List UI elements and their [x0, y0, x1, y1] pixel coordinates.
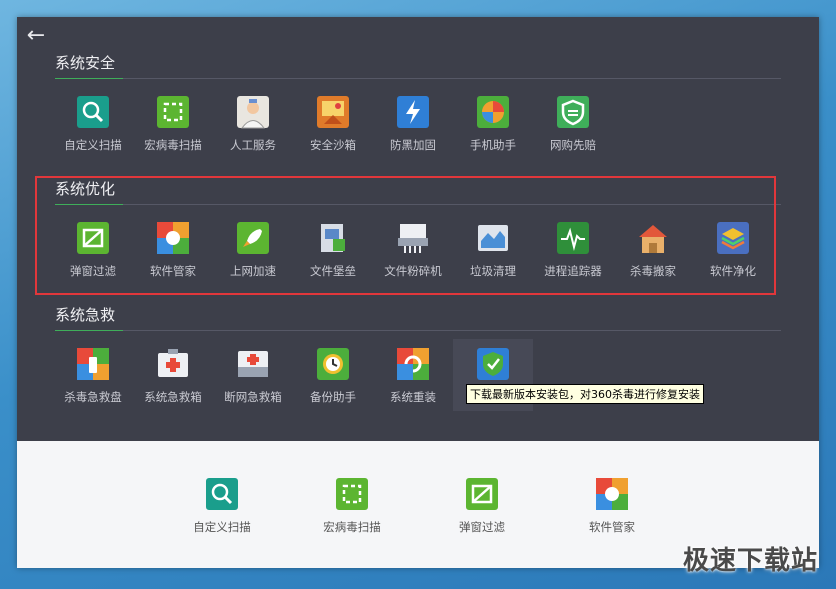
tool-file-fortress[interactable]: 文件堡垒 [293, 221, 373, 279]
tool-system-reinstall[interactable]: 系统重装 [373, 347, 453, 405]
quick-macro-virus-scan[interactable]: 宏病毒扫描 [297, 477, 407, 535]
tool-label: 防黑加固 [390, 138, 436, 152]
system-reinstall-icon [397, 348, 429, 380]
tool-net-accelerate[interactable]: 上网加速 [213, 221, 293, 279]
tool-label: 系统急救箱 [144, 390, 202, 404]
watermark: 极速下载站 [682, 546, 818, 576]
tool-label: 宏病毒扫描 [144, 138, 202, 152]
tool-junk-clean[interactable]: 垃圾清理 [453, 221, 533, 279]
junk-clean-icon [478, 225, 508, 251]
quick-software-manager[interactable]: 软件管家 [557, 477, 667, 535]
tool-backup-assistant[interactable]: 备份助手 [293, 347, 373, 405]
macro-virus-scan-icon [157, 96, 189, 128]
tool-network-rescue-kit[interactable]: 断网急救箱 [213, 347, 293, 405]
tool-label: 弹窗过滤 [70, 264, 116, 278]
network-rescue-kit-icon [238, 351, 268, 377]
tool-label: 文件粉碎机 [384, 264, 442, 278]
custom-scan-icon [206, 478, 238, 510]
tool-label: 杀毒急救盘 [64, 390, 122, 404]
quick-label: 宏病毒扫描 [323, 520, 381, 534]
section-title-security: 系统安全 [55, 54, 116, 72]
tool-label: 进程追踪器 [544, 264, 602, 278]
section-divider [55, 330, 781, 331]
process-tracker-icon [557, 222, 589, 254]
tool-label: 上网加速 [230, 264, 276, 278]
backup-assistant-icon [317, 348, 349, 380]
tool-label: 手机助手 [470, 138, 516, 152]
tool-label: 系统重装 [390, 390, 436, 404]
tool-rescue-disk[interactable]: 杀毒急救盘 [53, 347, 133, 405]
tool-manual-service[interactable]: 人工服务 [213, 95, 293, 153]
quick-custom-scan[interactable]: 自定义扫描 [167, 477, 277, 535]
tool-label: 备份助手 [310, 390, 356, 404]
tool-process-tracker[interactable]: 进程追踪器 [533, 221, 613, 279]
repair-install-icon [477, 348, 509, 380]
antivirus-move-icon [639, 225, 667, 253]
tool-phone-assistant[interactable]: 手机助手 [453, 95, 533, 153]
software-purify-icon [717, 222, 749, 254]
net-accelerate-icon [237, 222, 269, 254]
file-fortress-icon [321, 224, 345, 252]
popup-filter-icon [77, 222, 109, 254]
tool-antivirus-move[interactable]: 杀毒搬家 [613, 221, 693, 279]
tool-label: 软件净化 [710, 264, 756, 278]
phone-assistant-icon [477, 96, 509, 128]
tool-label: 文件堡垒 [310, 264, 356, 278]
back-arrow-icon[interactable]: ← [21, 21, 51, 51]
tool-label: 网购先赔 [550, 138, 596, 152]
tools-window: ← 系统安全 系统优化 系统急救 自定义扫描 宏病毒扫描 人工服务 安全沙箱 防… [17, 17, 819, 568]
quick-label: 自定义扫描 [193, 520, 251, 534]
rescue-disk-icon [77, 348, 109, 380]
tool-label: 软件管家 [150, 264, 196, 278]
software-manager-icon [596, 478, 628, 510]
file-shredder-icon [398, 224, 428, 253]
anti-hack-icon [397, 96, 429, 128]
tool-software-purify[interactable]: 软件净化 [693, 221, 773, 279]
custom-scan-icon [77, 96, 109, 128]
tool-shopping-shield[interactable]: 网购先赔 [533, 95, 613, 153]
tool-sandbox[interactable]: 安全沙箱 [293, 95, 373, 153]
tool-label: 垃圾清理 [470, 264, 516, 278]
tool-label: 断网急救箱 [224, 390, 282, 404]
section-accent-line [55, 330, 123, 331]
tool-label: 自定义扫描 [64, 138, 122, 152]
quick-popup-filter[interactable]: 弹窗过滤 [427, 477, 537, 535]
section-divider [55, 78, 781, 79]
tool-label: 安全沙箱 [310, 138, 356, 152]
section-title-rescue: 系统急救 [55, 306, 116, 324]
sandbox-icon [317, 96, 349, 128]
system-rescue-kit-icon [158, 349, 188, 377]
tool-file-shredder[interactable]: 文件粉碎机 [373, 221, 453, 279]
section-accent-line [55, 78, 123, 79]
manual-service-icon [237, 96, 269, 129]
tool-repair-install[interactable] [453, 347, 533, 389]
tool-anti-hack[interactable]: 防黑加固 [373, 95, 453, 153]
popup-filter-icon [466, 478, 498, 510]
software-manager-icon [157, 222, 189, 254]
quick-label: 软件管家 [589, 520, 635, 534]
tool-label: 人工服务 [230, 138, 276, 152]
tool-system-rescue-kit[interactable]: 系统急救箱 [133, 347, 213, 405]
tool-custom-scan[interactable]: 自定义扫描 [53, 95, 133, 153]
shopping-shield-icon [557, 96, 589, 128]
macro-virus-scan-icon [336, 478, 368, 510]
tool-software-manager[interactable]: 软件管家 [133, 221, 213, 279]
quick-label: 弹窗过滤 [459, 520, 505, 534]
tool-popup-filter[interactable]: 弹窗过滤 [53, 221, 133, 279]
tool-macro-virus-scan[interactable]: 宏病毒扫描 [133, 95, 213, 153]
tool-label: 杀毒搬家 [630, 264, 676, 278]
tooltip: 下载最新版本安装包，对360杀毒进行修复安装 [466, 384, 704, 404]
